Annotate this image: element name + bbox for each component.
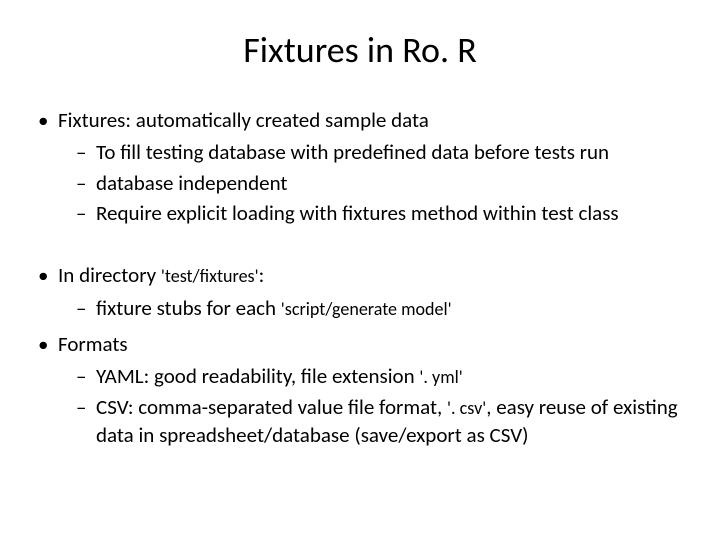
- bullet-list: Fixtures: automatically created sample d…: [30, 106, 690, 227]
- sub-text: YAML: good readability, file extension: [96, 363, 419, 389]
- spacer: [30, 235, 690, 261]
- list-item: Fixtures: automatically created sample d…: [30, 106, 690, 227]
- sub-item: database independent: [58, 169, 690, 197]
- sub-item: fixture stubs for each 'script/generate …: [58, 294, 690, 322]
- sub-item: CSV: comma-separated value file format, …: [58, 393, 690, 450]
- code-text: 'script/generate model': [281, 298, 452, 320]
- bullet-text: In directory: [58, 262, 161, 288]
- sub-list: To fill testing database with predefined…: [58, 138, 690, 227]
- slide-title: Fixtures in Ro. R: [30, 28, 690, 72]
- bullet-text: Formats: [58, 331, 128, 357]
- sub-list: YAML: good readability, file extension '…: [58, 362, 690, 449]
- bullet-list: In directory 'test/fixtures': fixture st…: [30, 261, 690, 449]
- bullet-text: Fixtures: automatically created sample d…: [58, 107, 429, 133]
- sub-list: fixture stubs for each 'script/generate …: [58, 294, 690, 322]
- sub-text: fixture stubs for each: [96, 295, 281, 321]
- code-text: 'test/fixtures': [161, 265, 259, 287]
- bullet-text: :: [259, 262, 265, 288]
- sub-item: To fill testing database with predefined…: [58, 138, 690, 166]
- code-text: '. yml': [419, 366, 462, 388]
- list-item: Formats YAML: good readability, file ext…: [30, 330, 690, 449]
- list-item: In directory 'test/fixtures': fixture st…: [30, 261, 690, 322]
- code-text: '. csv': [447, 397, 486, 419]
- sub-item: YAML: good readability, file extension '…: [58, 362, 690, 390]
- sub-text: CSV: comma-separated value file format,: [96, 394, 447, 420]
- sub-item: Require explicit loading with fixtures m…: [58, 199, 690, 227]
